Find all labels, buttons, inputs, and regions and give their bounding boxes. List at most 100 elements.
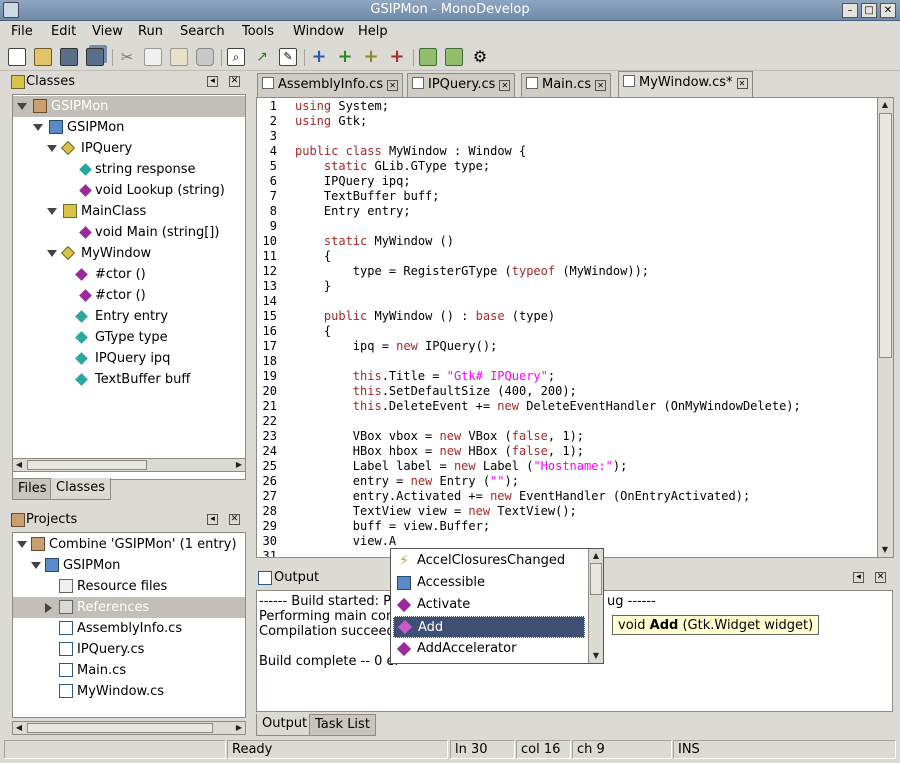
scroll-right-icon[interactable]: ▶ — [233, 722, 245, 734]
tree-row[interactable]: MainClass — [13, 201, 245, 222]
add-icon[interactable]: + — [310, 48, 328, 66]
tree-row[interactable]: IPQuery — [13, 138, 245, 159]
projects-tree[interactable]: Combine 'GSIPMon' (1 entry) GSIPMon Reso… — [12, 532, 246, 718]
rebuild-icon[interactable]: ✎ — [279, 48, 297, 66]
minimize-button[interactable]: – — [842, 3, 858, 18]
add-yellow-icon[interactable]: + — [362, 48, 380, 66]
close-tab-icon[interactable]: ✕ — [736, 78, 748, 89]
expander-icon[interactable] — [45, 603, 52, 613]
tree-row[interactable]: MyWindow — [13, 243, 245, 264]
menu-tools[interactable]: Tools — [242, 24, 274, 39]
menu-edit[interactable]: Edit — [51, 24, 76, 39]
tree-row[interactable]: string response — [13, 159, 245, 180]
close-tab-icon[interactable]: ✕ — [387, 80, 399, 91]
close-window-button[interactable]: ✕ — [880, 3, 896, 18]
maximize-button[interactable]: □ — [861, 3, 877, 18]
tree-row[interactable]: Entry entry — [13, 306, 245, 327]
tab-mywindow[interactable]: MyWindow.cs* ✕ — [618, 71, 753, 97]
classes-hscroll[interactable]: ◀ ▶ — [12, 458, 246, 472]
tree-row[interactable]: Resource files — [13, 576, 245, 597]
menu-window[interactable]: Window — [293, 24, 344, 39]
find-icon[interactable]: ⌕ — [227, 48, 245, 66]
expander-icon[interactable] — [31, 562, 41, 569]
tab-files[interactable]: Files — [12, 478, 53, 500]
expander-icon[interactable] — [17, 541, 27, 548]
menu-file[interactable]: File — [11, 24, 33, 39]
tree-row[interactable]: MyWindow.cs — [13, 681, 245, 702]
close-tab-icon[interactable]: ✕ — [499, 80, 511, 91]
scroll-left-icon[interactable]: ◀ — [13, 459, 25, 471]
tree-row[interactable]: GSIPMon — [13, 555, 245, 576]
completion-item-selected[interactable]: Add — [393, 616, 585, 638]
menu-help[interactable]: Help — [358, 24, 388, 39]
tab-assemblyinfo[interactable]: AssemblyInfo.cs ✕ — [257, 73, 404, 97]
tree-row[interactable]: GSIPMon — [13, 117, 245, 138]
copy-icon[interactable] — [144, 48, 162, 66]
scroll-left-icon[interactable]: ◀ — [13, 722, 25, 734]
tree-row[interactable]: References — [13, 597, 245, 618]
close-pad-icon[interactable]: ✕ — [875, 572, 886, 583]
completion-popup[interactable]: ⚡ AccelClosuresChanged Accessible Activa… — [390, 548, 604, 664]
tree-row[interactable]: #ctor () — [13, 264, 245, 285]
expander-icon[interactable] — [17, 103, 27, 110]
scroll-down-icon[interactable]: ▼ — [879, 544, 891, 556]
scroll-down-icon[interactable]: ▼ — [590, 650, 602, 662]
expander-icon[interactable] — [33, 124, 43, 131]
scroll-thumb[interactable] — [590, 563, 602, 595]
settings-icon[interactable]: ⚙ — [471, 48, 489, 66]
tree-row[interactable]: GSIPMon — [13, 96, 245, 117]
tab-task-list[interactable]: Task List — [309, 714, 376, 736]
tree-row[interactable]: AssemblyInfo.cs — [13, 618, 245, 639]
close-pad-icon[interactable]: ✕ — [229, 76, 240, 87]
scroll-thumb[interactable] — [879, 113, 892, 358]
tab-output[interactable]: Output — [256, 714, 314, 736]
tree-row[interactable]: Combine 'GSIPMon' (1 entry) — [13, 534, 245, 555]
add-green-icon[interactable]: + — [336, 48, 354, 66]
debug-icon[interactable] — [445, 48, 463, 66]
tree-row[interactable]: void Lookup (string) — [13, 180, 245, 201]
menu-run[interactable]: Run — [138, 24, 163, 39]
tree-row[interactable]: IPQuery.cs — [13, 639, 245, 660]
projects-hscroll[interactable]: ◀ ▶ — [12, 721, 246, 735]
scroll-thumb[interactable] — [27, 723, 213, 733]
save-icon[interactable] — [60, 48, 78, 66]
new-file-icon[interactable] — [8, 48, 26, 66]
remove-icon[interactable]: + — [388, 48, 406, 66]
delete-icon[interactable] — [196, 48, 214, 66]
expander-icon[interactable] — [47, 145, 57, 152]
code-editor[interactable]: 1 using System; 2 using Gtk; 3 4 public class … — [256, 97, 894, 558]
menu-view[interactable]: View — [92, 24, 123, 39]
tree-row[interactable]: GType type — [13, 327, 245, 348]
close-pad-icon[interactable]: ✕ — [229, 514, 240, 525]
scroll-up-icon[interactable]: ▲ — [590, 550, 602, 562]
tree-row[interactable]: IPQuery ipq — [13, 348, 245, 369]
completion-item[interactable]: ⚡ AccelClosuresChanged — [393, 550, 585, 572]
tab-classes[interactable]: Classes — [50, 478, 111, 500]
expander-icon[interactable] — [47, 250, 57, 257]
dock-icon[interactable]: ◂ — [207, 76, 218, 87]
dock-icon[interactable]: ◂ — [207, 514, 218, 525]
close-tab-icon[interactable]: ✕ — [595, 80, 607, 91]
tree-row[interactable]: TextBuffer buff — [13, 369, 245, 390]
classes-tree[interactable]: GSIPMon GSIPMon IPQuery string response … — [12, 94, 246, 480]
tab-main[interactable]: Main.cs ✕ — [521, 73, 612, 97]
build-icon[interactable]: ↗ — [253, 48, 271, 66]
tree-row[interactable]: Main.cs — [13, 660, 245, 681]
completion-item[interactable]: Accessible — [393, 572, 585, 594]
save-all-icon[interactable] — [86, 48, 104, 66]
tree-row[interactable]: #ctor () — [13, 285, 245, 306]
run-icon[interactable] — [419, 48, 437, 66]
menu-search[interactable]: Search — [180, 24, 225, 39]
tab-ipquery[interactable]: IPQuery.cs ✕ — [407, 73, 516, 97]
completion-item[interactable]: AddAccelerator — [393, 638, 585, 660]
tree-row[interactable]: void Main (string[]) — [13, 222, 245, 243]
scroll-thumb[interactable] — [27, 460, 147, 470]
scroll-up-icon[interactable]: ▲ — [879, 99, 891, 111]
scroll-right-icon[interactable]: ▶ — [233, 459, 245, 471]
completion-vscroll[interactable]: ▲ ▼ — [588, 549, 603, 663]
completion-item[interactable]: Activate — [393, 594, 585, 616]
paste-icon[interactable] — [170, 48, 188, 66]
open-icon[interactable] — [34, 48, 52, 66]
expander-icon[interactable] — [47, 208, 57, 215]
dock-icon[interactable]: ◂ — [853, 572, 864, 583]
